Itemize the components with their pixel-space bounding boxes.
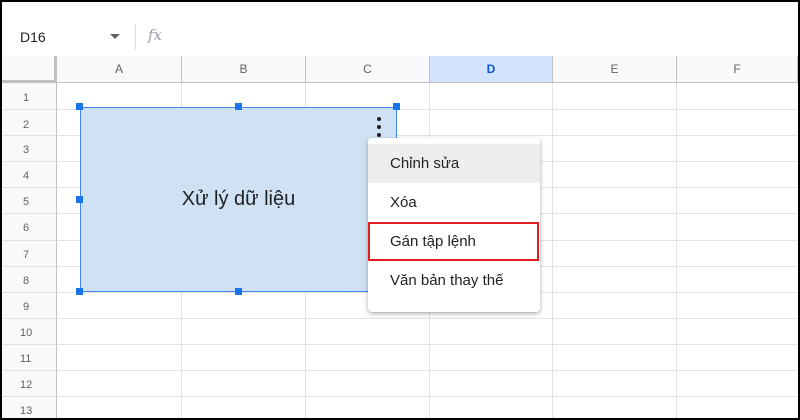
row-header-2[interactable]: 2 — [2, 110, 57, 136]
menu-item-delete[interactable]: Xóa — [368, 183, 540, 222]
resize-handle-left[interactable] — [76, 196, 83, 203]
column-header-f[interactable]: F — [677, 56, 798, 83]
fx-icon: fx — [148, 26, 163, 44]
row-header-11[interactable]: 11 — [2, 345, 57, 371]
column-header-b[interactable]: B — [182, 56, 306, 83]
column-header-d[interactable]: D — [430, 56, 553, 83]
menu-item-alt-text[interactable]: Văn bản thay thế — [368, 261, 540, 300]
row-header-1[interactable]: 1 — [2, 83, 57, 110]
formula-bar-divider — [135, 24, 136, 50]
menu-item-assign-script[interactable]: Gán tập lệnh — [368, 222, 539, 261]
row-header-3[interactable]: 3 — [2, 136, 57, 162]
formula-bar: D16 fx — [2, 2, 798, 57]
row-header-7[interactable]: 7 — [2, 241, 57, 267]
drawing-context-menu: Chỉnh sửa Xóa Gán tập lệnh Văn bản thay … — [368, 138, 540, 312]
row-header-12[interactable]: 12 — [2, 371, 57, 397]
gridline — [552, 83, 553, 418]
row-header-5[interactable]: 5 — [2, 188, 57, 214]
row-header-6[interactable]: 6 — [2, 214, 57, 241]
spreadsheet-window: D16 fx A B C D E F 1 2 3 4 5 6 7 8 9 10 … — [0, 0, 800, 420]
kebab-dot — [377, 117, 381, 121]
gridline — [57, 396, 798, 397]
name-box-value: D16 — [20, 29, 46, 45]
drawing-label: Xử lý dữ liệu — [181, 188, 296, 210]
row-header-9[interactable]: 9 — [2, 293, 57, 319]
more-vert-icon[interactable] — [372, 115, 386, 139]
column-header-e[interactable]: E — [553, 56, 677, 83]
drawing-shape[interactable]: Xử lý dữ liệu — [80, 107, 397, 292]
resize-handle-top-left[interactable] — [76, 103, 83, 110]
menu-item-edit[interactable]: Chỉnh sửa — [368, 144, 540, 183]
kebab-dot — [377, 125, 381, 129]
gridline — [57, 318, 798, 319]
resize-handle-top[interactable] — [235, 103, 242, 110]
column-header-c[interactable]: C — [306, 56, 430, 83]
resize-handle-bottom[interactable] — [235, 288, 242, 295]
row-header-8[interactable]: 8 — [2, 267, 57, 293]
row-header-10[interactable]: 10 — [2, 319, 57, 345]
name-box[interactable]: D16 — [16, 26, 126, 48]
column-header-a[interactable]: A — [57, 56, 182, 83]
gridline — [676, 83, 677, 418]
row-header-13[interactable]: 13 — [2, 397, 57, 418]
chevron-down-icon[interactable] — [110, 34, 120, 39]
resize-handle-top-right[interactable] — [393, 103, 400, 110]
row-header-4[interactable]: 4 — [2, 162, 57, 188]
resize-handle-bottom-left[interactable] — [76, 288, 83, 295]
kebab-dot — [377, 133, 381, 137]
gridline — [57, 370, 798, 371]
gridline — [57, 344, 798, 345]
select-all-corner[interactable] — [2, 56, 57, 83]
